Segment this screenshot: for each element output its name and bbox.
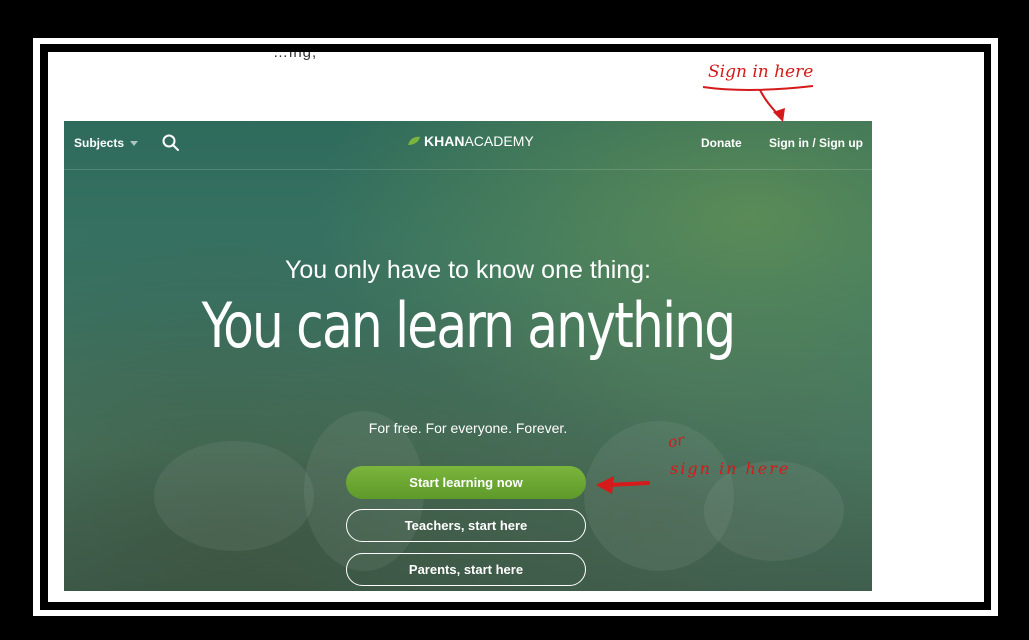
hero-headline: You can learn anything [201,289,736,362]
khan-academy-logo[interactable]: KHAN ACADEMY [407,133,534,149]
top-nav: Subjects KHAN ACADEMY Donate Sign in / Si… [64,121,872,170]
search-button[interactable] [161,133,181,153]
arrow-icon [759,89,782,119]
donate-link[interactable]: Donate [701,136,742,150]
hero-subline: For free. For everyone. Forever. [368,420,568,436]
teachers-start-button[interactable]: Teachers, start here [346,509,586,542]
annotation-underline [702,85,814,91]
subjects-menu[interactable]: Subjects [74,136,139,150]
chevron-down-icon [130,141,139,147]
logo-text-thin: ACADEMY [464,133,534,149]
annotation-sign-in-here: Sign in here [708,62,814,82]
start-learning-button[interactable]: Start learning now [346,466,586,499]
arrow-icon [773,108,785,122]
annotation-or: or [666,430,686,452]
hero-tagline: You only have to know one thing: [284,256,651,284]
parents-start-button[interactable]: Parents, start here [346,553,586,586]
leaf-icon [408,136,420,145]
logo-text-bold: KHAN [424,133,465,149]
captured-page: …ing, Subjects KHAN ACADEMY Donate Sign … [48,52,984,602]
annotation-sign-in-here-side: sign in here [670,459,791,478]
sign-in-sign-up-link[interactable]: Sign in / Sign up [769,136,863,150]
background-hand-shape [154,441,314,551]
khan-academy-homepage: Subjects KHAN ACADEMY Donate Sign in / Si… [64,121,872,591]
search-icon [162,134,179,151]
cropped-text: …ing, [273,52,318,61]
subjects-label: Subjects [74,136,125,150]
